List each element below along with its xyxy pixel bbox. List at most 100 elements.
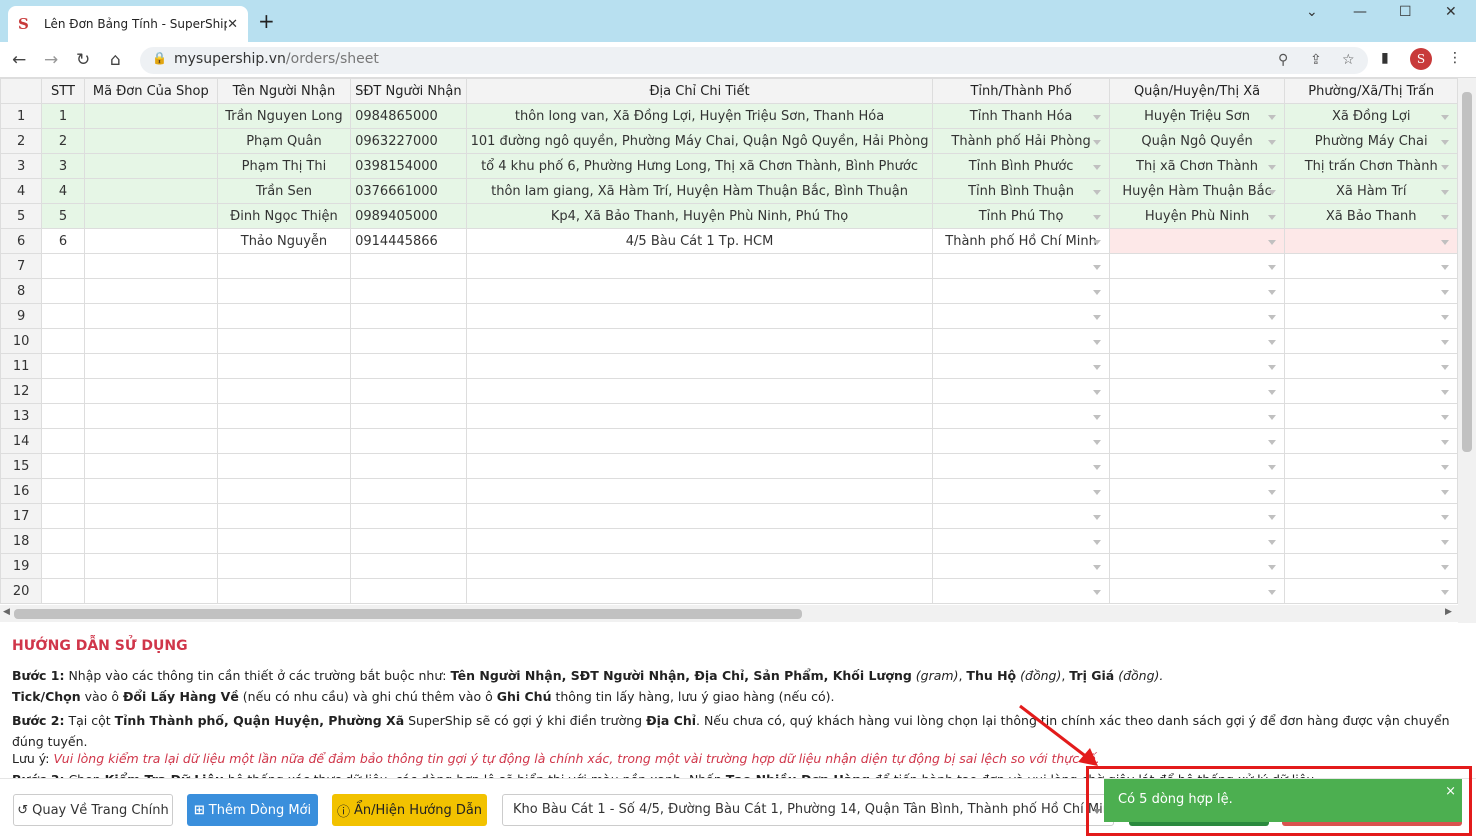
column-header[interactable] bbox=[0, 78, 43, 104]
district-select[interactable] bbox=[1108, 528, 1286, 554]
shop-code-cell[interactable] bbox=[83, 528, 218, 554]
shop-code-cell[interactable] bbox=[83, 428, 218, 454]
ward-select[interactable] bbox=[1284, 378, 1458, 404]
phone-cell[interactable] bbox=[350, 553, 467, 579]
ward-select[interactable] bbox=[1284, 353, 1458, 379]
stt-cell[interactable] bbox=[41, 578, 85, 604]
phone-cell[interactable]: 0989405000 bbox=[350, 203, 467, 229]
province-select[interactable] bbox=[932, 453, 1110, 479]
stt-cell[interactable] bbox=[41, 403, 85, 429]
window-close-icon[interactable]: ✕ bbox=[1445, 4, 1457, 20]
ward-select[interactable]: Xã Bảo Thanh bbox=[1284, 203, 1458, 229]
phone-cell[interactable]: 0914445866 bbox=[350, 228, 467, 254]
recipient-name-cell[interactable] bbox=[216, 578, 352, 604]
district-select[interactable]: Huyện Triệu Sơn bbox=[1108, 103, 1286, 129]
address-cell[interactable] bbox=[465, 353, 934, 379]
province-select[interactable] bbox=[932, 503, 1110, 529]
recipient-name-cell[interactable] bbox=[216, 303, 352, 329]
address-cell[interactable]: 4/5 Bàu Cát 1 Tp. HCM bbox=[465, 228, 934, 254]
recipient-name-cell[interactable] bbox=[216, 278, 352, 304]
recipient-name-cell[interactable] bbox=[216, 428, 352, 454]
zoom-icon[interactable]: ⚲ bbox=[1278, 52, 1288, 68]
province-select[interactable] bbox=[932, 328, 1110, 354]
phone-cell[interactable]: 0376661000 bbox=[350, 178, 467, 204]
phone-cell[interactable] bbox=[350, 278, 467, 304]
ward-select[interactable] bbox=[1284, 453, 1458, 479]
address-cell[interactable] bbox=[465, 328, 934, 354]
district-select[interactable]: Thị xã Chơn Thành bbox=[1108, 153, 1286, 179]
recipient-name-cell[interactable]: Phạm Quân bbox=[216, 128, 352, 154]
ward-select[interactable] bbox=[1284, 578, 1458, 604]
address-cell[interactable] bbox=[465, 303, 934, 329]
browser-tab[interactable]: S Lên Đơn Bảng Tính - SuperShip ✕ bbox=[8, 6, 248, 42]
address-cell[interactable] bbox=[465, 278, 934, 304]
recipient-name-cell[interactable] bbox=[216, 528, 352, 554]
recipient-name-cell[interactable] bbox=[216, 553, 352, 579]
ward-select[interactable]: Xã Đồng Lợi bbox=[1284, 103, 1458, 129]
url-bar[interactable]: 🔒 mysupership.vn/orders/sheet ⚲ ⇪ ☆ bbox=[140, 47, 1368, 74]
recipient-name-cell[interactable] bbox=[216, 453, 352, 479]
horizontal-scroll-thumb[interactable] bbox=[14, 609, 802, 619]
phone-cell[interactable] bbox=[350, 428, 467, 454]
district-select[interactable] bbox=[1108, 503, 1286, 529]
shop-code-cell[interactable] bbox=[83, 378, 218, 404]
district-select[interactable] bbox=[1108, 478, 1286, 504]
address-cell[interactable] bbox=[465, 503, 934, 529]
province-select[interactable] bbox=[932, 403, 1110, 429]
address-cell[interactable] bbox=[465, 528, 934, 554]
address-cell[interactable] bbox=[465, 453, 934, 479]
district-select[interactable] bbox=[1108, 553, 1286, 579]
shop-code-cell[interactable] bbox=[83, 478, 218, 504]
stt-cell[interactable] bbox=[41, 428, 85, 454]
new-tab-icon[interactable]: + bbox=[258, 9, 275, 33]
address-cell[interactable]: tổ 4 khu phố 6, Phường Hưng Long, Thị xã… bbox=[465, 153, 934, 179]
phone-cell[interactable] bbox=[350, 353, 467, 379]
address-cell[interactable] bbox=[465, 478, 934, 504]
province-select[interactable] bbox=[932, 553, 1110, 579]
address-cell[interactable]: Kp4, Xã Bảo Thanh, Huyện Phù Ninh, Phú T… bbox=[465, 203, 934, 229]
recipient-name-cell[interactable] bbox=[216, 403, 352, 429]
ward-select[interactable] bbox=[1284, 403, 1458, 429]
profile-avatar[interactable]: S bbox=[1410, 48, 1432, 70]
address-cell[interactable] bbox=[465, 553, 934, 579]
province-select[interactable] bbox=[932, 578, 1110, 604]
phone-cell[interactable]: 0398154000 bbox=[350, 153, 467, 179]
shop-code-cell[interactable] bbox=[83, 128, 218, 154]
district-select[interactable] bbox=[1108, 278, 1286, 304]
phone-cell[interactable] bbox=[350, 503, 467, 529]
stt-cell[interactable] bbox=[41, 278, 85, 304]
warehouse-select[interactable]: Kho Bàu Cát 1 - Số 4/5, Đường Bàu Cát 1,… bbox=[502, 794, 1114, 826]
column-header[interactable]: Tên Người Nhận bbox=[216, 78, 352, 104]
province-select[interactable] bbox=[932, 278, 1110, 304]
minimize-icon[interactable]: — bbox=[1353, 4, 1367, 20]
district-select[interactable]: Huyện Phù Ninh bbox=[1108, 203, 1286, 229]
stt-cell[interactable]: 1 bbox=[41, 103, 85, 129]
shop-code-cell[interactable] bbox=[83, 203, 218, 229]
province-select[interactable] bbox=[932, 428, 1110, 454]
shop-code-cell[interactable] bbox=[83, 453, 218, 479]
shop-code-cell[interactable] bbox=[83, 303, 218, 329]
shop-code-cell[interactable] bbox=[83, 228, 218, 254]
province-select[interactable]: Thành phố Hồ Chí Minh bbox=[932, 228, 1110, 254]
back-arrow-icon[interactable]: ← bbox=[12, 50, 26, 70]
district-select[interactable] bbox=[1108, 578, 1286, 604]
horizontal-scrollbar[interactable]: ◀ ▶ bbox=[0, 605, 1458, 622]
district-select[interactable]: Huyện Hàm Thuận Bắc bbox=[1108, 178, 1286, 204]
recipient-name-cell[interactable] bbox=[216, 478, 352, 504]
shop-code-cell[interactable] bbox=[83, 328, 218, 354]
column-header[interactable]: Địa Chỉ Chi Tiết bbox=[465, 78, 934, 104]
stt-cell[interactable] bbox=[41, 328, 85, 354]
stt-cell[interactable]: 2 bbox=[41, 128, 85, 154]
ward-select[interactable] bbox=[1284, 528, 1458, 554]
tab-close-icon[interactable]: ✕ bbox=[227, 17, 238, 32]
menu-kebab-icon[interactable]: ⋮ bbox=[1448, 50, 1462, 66]
district-select[interactable] bbox=[1108, 453, 1286, 479]
column-header[interactable]: Quận/Huyện/Thị Xã bbox=[1108, 78, 1286, 104]
stt-cell[interactable] bbox=[41, 528, 85, 554]
recipient-name-cell[interactable] bbox=[216, 353, 352, 379]
bookmark-star-icon[interactable]: ☆ bbox=[1342, 52, 1355, 68]
stt-cell[interactable] bbox=[41, 303, 85, 329]
phone-cell[interactable] bbox=[350, 378, 467, 404]
recipient-name-cell[interactable] bbox=[216, 253, 352, 279]
stt-cell[interactable] bbox=[41, 453, 85, 479]
